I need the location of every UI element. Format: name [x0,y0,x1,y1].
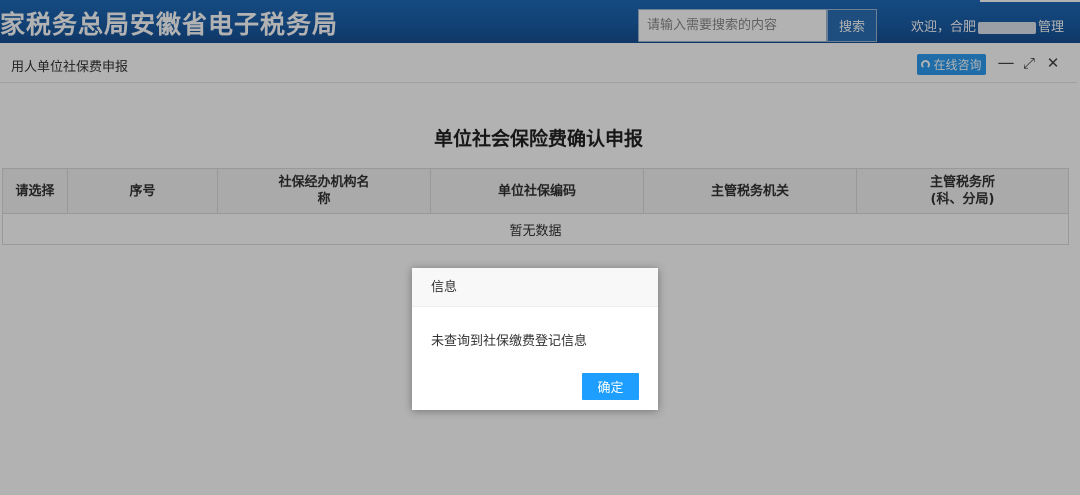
confirm-button[interactable]: 确定 [582,373,639,400]
dialog-title: 信息 [412,268,658,307]
info-dialog: 信息 未查询到社保缴费登记信息 确定 [412,268,658,410]
modal-overlay[interactable] [0,0,1080,495]
dialog-message: 未查询到社保缴费登记信息 [431,334,588,349]
